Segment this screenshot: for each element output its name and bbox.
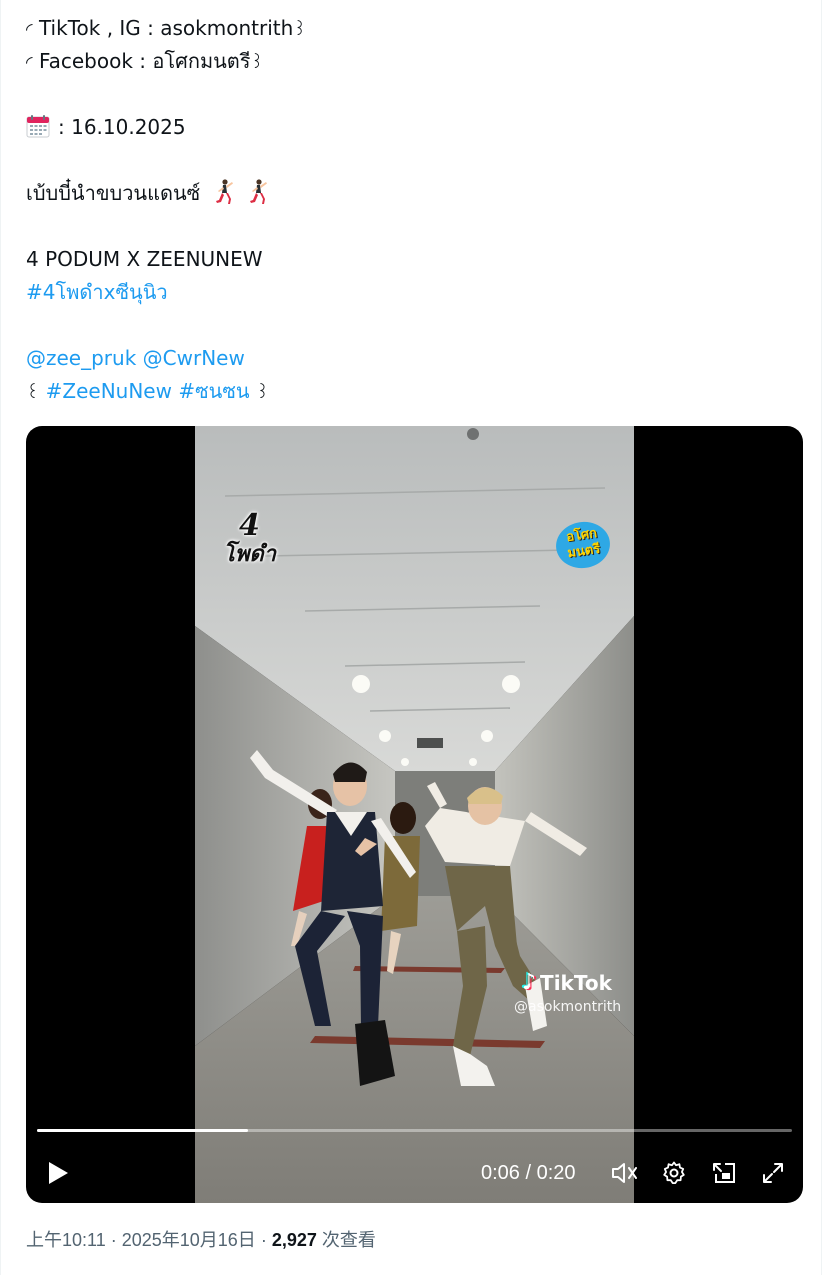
hashtag-link[interactable]: #4โพดำxซีนุนิว xyxy=(26,280,168,304)
picture-in-picture-button[interactable] xyxy=(708,1157,740,1189)
tweet-line-hashtag: #4โพดำxซีนุนิว xyxy=(26,276,801,309)
tweet-card: ◜ TikTok , IG : asokmontrith꒱ ◜ Facebook… xyxy=(0,0,822,1275)
tiktok-watermark: ♪ TikTok @asokmontrith xyxy=(514,970,621,1015)
current-time: 0:06 xyxy=(481,1162,520,1184)
calendar-icon xyxy=(26,114,50,138)
tweet-line-tags: ꒰ #ZeeNuNew #ซนซน ꒱ xyxy=(26,375,801,408)
hashtag-link[interactable]: #ZeeNuNew xyxy=(46,379,172,403)
tweet-time[interactable]: 上午10:11 xyxy=(26,1230,106,1250)
facebook-text: Facebook : อโศกมนตรี xyxy=(38,49,251,73)
ornament: ꒱ xyxy=(250,53,264,73)
progress-bar[interactable] xyxy=(37,1129,792,1132)
ornament: ꒱ xyxy=(255,383,270,403)
views-count: 2,927 xyxy=(271,1230,317,1250)
duration: 0:20 xyxy=(536,1162,576,1184)
meta-separator: · xyxy=(105,1230,122,1250)
title-text: 4 PODUM X ZEENUNEW xyxy=(26,247,263,271)
watermark-number: 4 xyxy=(239,508,260,543)
fullscreen-button[interactable] xyxy=(757,1157,789,1189)
tweet-line-caption: เบ้บบี๋นำขบวนแดนซ์ xyxy=(26,177,801,210)
ornament: ◜ xyxy=(26,53,33,73)
volume-icon xyxy=(612,1163,637,1183)
mention-link[interactable]: @CwrNew xyxy=(143,346,245,370)
caption-text: เบ้บบี๋นำขบวนแดนซ์ xyxy=(26,181,201,205)
podum-watermark: 4 โพดำ xyxy=(223,508,276,568)
play-icon xyxy=(49,1162,68,1184)
date-text: : 16.10.2025 xyxy=(58,115,186,139)
play-button[interactable] xyxy=(43,1157,73,1189)
ornament: ◜ xyxy=(26,20,33,40)
volume-button[interactable] xyxy=(609,1157,641,1189)
ornament: ꒱ xyxy=(293,20,307,40)
fullscreen-icon xyxy=(763,1163,783,1183)
tweet-meta: 上午10:11 · 2025年10月16日 · 2,927 次查看 xyxy=(26,1226,376,1254)
tweet-text: ◜ TikTok , IG : asokmontrith꒱ ◜ Facebook… xyxy=(26,12,801,408)
tiktok-brand: TikTok xyxy=(540,970,612,995)
mention-link[interactable]: @zee_pruk xyxy=(26,346,136,370)
tiktok-logo-icon: ♪ xyxy=(522,970,537,995)
meta-separator: · xyxy=(255,1230,272,1250)
tweet-date[interactable]: 2025年10月16日 xyxy=(122,1230,256,1250)
watermark-text: โพดำ xyxy=(223,541,276,567)
tweet-line-date: : 16.10.2025 xyxy=(26,111,801,144)
tweet-line-title: 4 PODUM X ZEENUNEW xyxy=(26,243,801,276)
tweet-line-facebook: ◜ Facebook : อโศกมนตรี꒱ xyxy=(26,45,801,78)
tiktok-handle: @asokmontrith xyxy=(514,999,622,1015)
video-player[interactable]: 4 โพดำ อโศก มนตรี ♪ TikTok @asokmontrith xyxy=(26,426,803,1203)
progress-fill xyxy=(37,1129,249,1132)
time-separator: / xyxy=(519,1162,537,1184)
tweet-line-mentions: @zee_pruk @CwrNew xyxy=(26,342,801,375)
settings-gear-icon xyxy=(663,1161,685,1184)
hashtag-link[interactable]: #ซนซน xyxy=(178,379,249,403)
video-frame[interactable]: 4 โพดำ อโศก มนตรี ♪ TikTok @asokmontrith xyxy=(195,426,634,1203)
dancing-man-icon xyxy=(213,179,235,205)
tweet-line-tiktok: ◜ TikTok , IG : asokmontrith꒱ xyxy=(26,12,801,45)
views-label: 次查看 xyxy=(316,1230,376,1250)
settings-button[interactable] xyxy=(658,1157,690,1189)
time-display: 0:06 / 0:20 xyxy=(481,1157,576,1189)
dancing-man-icon xyxy=(247,179,269,205)
ornament: ꒰ xyxy=(26,383,40,403)
tiktok-ig-text: TikTok , IG : asokmontrith xyxy=(38,16,294,40)
picture-in-picture-icon xyxy=(713,1163,735,1183)
